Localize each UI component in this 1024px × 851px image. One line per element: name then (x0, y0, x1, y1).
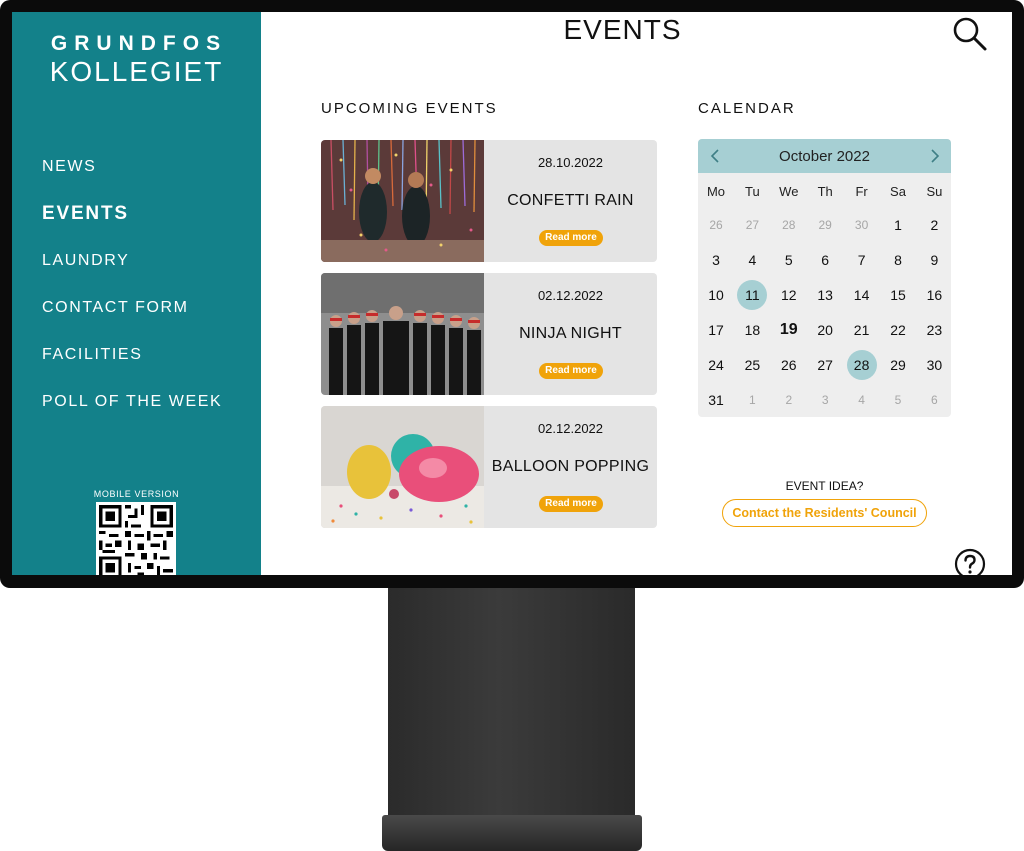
calendar-day: 5 (894, 393, 902, 407)
event-date: 02.12.2022 (537, 288, 604, 303)
sidebar-item-contact-form[interactable]: CONTACT FORM (42, 297, 222, 344)
event-title: BALLOON POPPING (491, 458, 650, 475)
calendar-day[interactable]: 11 (734, 280, 770, 310)
calendar-day[interactable]: 30 (916, 350, 951, 380)
event-card[interactable]: 02.12.2022 NINJA NIGHT Read more (321, 273, 657, 395)
calendar-day[interactable]: 27 (807, 350, 843, 380)
event-card[interactable]: 28.10.2022 CONFETTI RAIN Read more (321, 140, 657, 262)
calendar-day: 28 (782, 218, 796, 232)
calendar-day[interactable]: 22 (880, 315, 916, 345)
calendar-day[interactable]: 26 (771, 350, 807, 380)
event-photo (321, 140, 484, 262)
calendar-weekday: Th (817, 184, 833, 199)
brand-name-bottom: KOLLEGIET (49, 56, 224, 87)
calendar-day[interactable]: 29 (880, 350, 916, 380)
calendar-day[interactable]: 9 (916, 245, 951, 275)
calendar-weekday: Sa (890, 184, 906, 199)
contact-residents-council-button[interactable]: Contact the Residents' Council (722, 499, 927, 527)
sidebar-item-events[interactable]: EVENTS (42, 203, 222, 250)
event-info: 02.12.2022 NINJA NIGHT Read more (484, 273, 657, 395)
calendar-day[interactable]: 1 (880, 210, 916, 240)
event-photo (321, 273, 484, 395)
calendar-widget: October 2022 Mo Tu We Th Fr Sa Su 26 27 28 29 30 1 2 3… (698, 139, 951, 417)
calendar-day[interactable]: 7 (844, 245, 880, 275)
calendar-day[interactable]: 8 (880, 245, 916, 275)
sidebar-item-facilities[interactable]: FACILITIES (42, 344, 222, 391)
calendar-day[interactable]: 4 (734, 245, 770, 275)
calendar-day[interactable]: 28 (844, 350, 880, 380)
calendar-day: 2 (785, 393, 793, 407)
calendar-day: 1 (749, 393, 756, 407)
calendar-weekday: Mo (706, 184, 726, 199)
calendar-day[interactable]: 12 (771, 280, 807, 310)
calendar-day: 26 (709, 218, 723, 232)
monitor-frame: GRUNDFOS KOLLEGIET NEWS EVENTS LAUNDRY C… (0, 0, 1024, 588)
calendar-day: 29 (818, 218, 832, 232)
calendar-header: October 2022 (698, 139, 951, 173)
calendar-day: 6 (931, 393, 938, 407)
event-info: 02.12.2022 BALLOON POPPING Read more (484, 406, 657, 528)
calendar-day[interactable]: 24 (698, 350, 734, 380)
calendar-weekday: Su (926, 184, 943, 199)
calendar-day: 3 (821, 393, 829, 407)
upcoming-events-title: UPCOMING EVENTS (321, 100, 498, 117)
calendar-day[interactable]: 31 (698, 385, 734, 415)
calendar-title: CALENDAR (698, 100, 796, 117)
calendar-day[interactable]: 20 (807, 315, 843, 345)
read-more-button[interactable]: Read more (539, 363, 603, 379)
sidebar-item-laundry[interactable]: LAUNDRY (42, 250, 222, 297)
calendar-day[interactable]: 16 (916, 280, 951, 310)
calendar-day: 27 (745, 218, 760, 232)
calendar-weekday: We (779, 184, 799, 199)
search-icon[interactable] (952, 16, 988, 52)
calendar-day[interactable]: 15 (880, 280, 916, 310)
calendar-day[interactable]: 25 (734, 350, 770, 380)
calendar-day[interactable]: 19 (771, 315, 807, 345)
calendar-day[interactable]: 21 (844, 315, 880, 345)
monitor-stand-neck (388, 588, 635, 818)
event-date: 28.10.2022 (537, 155, 604, 170)
sidebar-item-poll-of-the-week[interactable]: POLL OF THE WEEK (42, 391, 222, 438)
event-date: 02.12.2022 (537, 421, 604, 436)
calendar-weekday: Fr (855, 184, 868, 199)
help-icon[interactable] (954, 548, 986, 575)
kiosk-screen: GRUNDFOS KOLLEGIET NEWS EVENTS LAUNDRY C… (12, 12, 1012, 575)
read-more-button[interactable]: Read more (539, 496, 603, 512)
calendar-day[interactable]: 10 (698, 280, 734, 310)
calendar-weekday: Tu (745, 184, 760, 199)
event-card[interactable]: 02.12.2022 BALLOON POPPING Read more (321, 406, 657, 528)
event-photo (321, 406, 484, 528)
qr-code[interactable] (96, 502, 176, 575)
calendar-day: 4 (858, 393, 865, 407)
mobile-version-label: MOBILE VERSION (93, 489, 180, 499)
calendar-day[interactable]: 13 (807, 280, 843, 310)
calendar-day: 30 (854, 218, 869, 232)
calendar-day[interactable]: 5 (771, 245, 807, 275)
calendar-day[interactable]: 23 (916, 315, 951, 345)
calendar-day[interactable]: 14 (844, 280, 880, 310)
sidebar: GRUNDFOS KOLLEGIET NEWS EVENTS LAUNDRY C… (12, 12, 261, 575)
event-title: NINJA NIGHT (519, 325, 622, 342)
calendar-day[interactable]: 2 (916, 210, 951, 240)
read-more-button[interactable]: Read more (539, 230, 603, 246)
event-idea-label: EVENT IDEA? (785, 479, 864, 493)
calendar-day[interactable]: 6 (807, 245, 843, 275)
event-title: CONFETTI RAIN (507, 192, 634, 209)
sidebar-nav: NEWS EVENTS LAUNDRY CONTACT FORM FACILIT… (42, 156, 222, 438)
monitor-stand-base (382, 815, 642, 851)
sidebar-item-news[interactable]: NEWS (42, 156, 222, 203)
chevron-right-icon[interactable] (924, 146, 944, 166)
event-info: 28.10.2022 CONFETTI RAIN Read more (484, 140, 657, 262)
calendar-day[interactable]: 18 (734, 315, 770, 345)
calendar-day[interactable]: 3 (698, 245, 734, 275)
calendar-day[interactable]: 17 (698, 315, 734, 345)
brand-name-top: GRUNDFOS (50, 32, 228, 55)
page-title: EVENTS (563, 14, 682, 45)
calendar-month: October 2022 (779, 148, 870, 165)
